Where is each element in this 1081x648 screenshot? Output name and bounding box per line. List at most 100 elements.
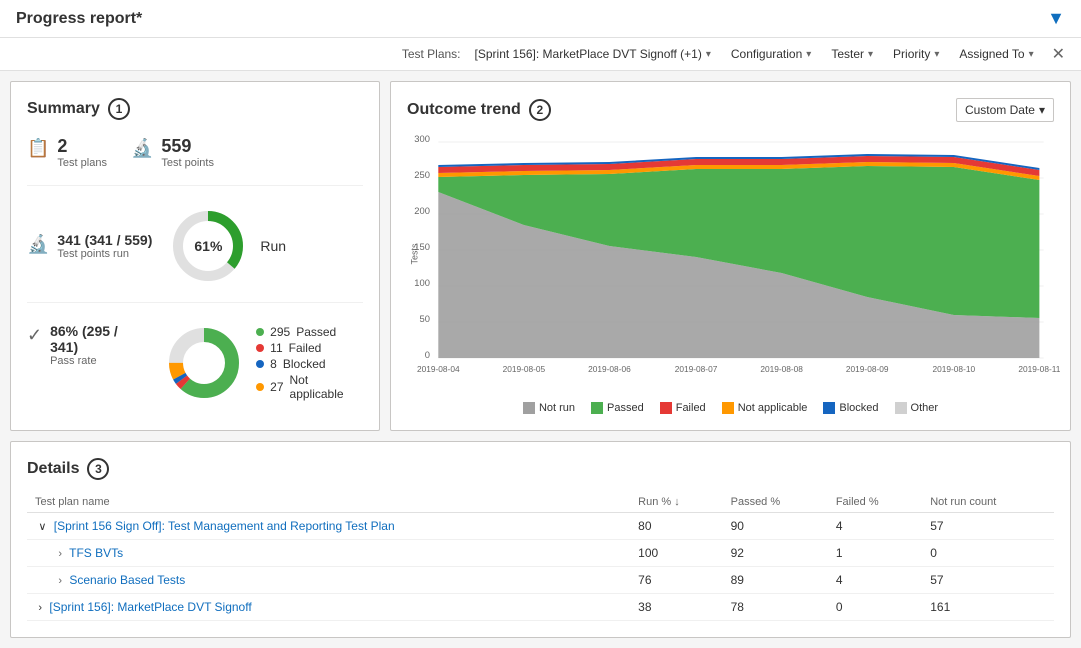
passed-label: Passed: [296, 325, 336, 339]
filter-bar: Test Plans: [Sprint 156]: MarketPlace DV…: [0, 38, 1081, 71]
summary-badge: 1: [108, 98, 130, 120]
test-points-run-label: Test points run: [57, 248, 152, 260]
col-failed-percent: Failed %: [828, 492, 922, 513]
col-test-plan-name: Test plan name: [27, 492, 630, 513]
failed-count: 11: [270, 341, 282, 355]
page-header: Progress report* ▼: [0, 0, 1081, 38]
cell-failed: 1: [828, 540, 922, 567]
row-plan-name[interactable]: [Sprint 156 Sign Off]: Test Management a…: [54, 519, 395, 533]
not-applicable-label: Not applicable: [290, 373, 363, 401]
close-filters-button[interactable]: ✕: [1052, 44, 1065, 64]
svg-text:2019-08-05: 2019-08-05: [503, 365, 546, 374]
svg-text:2019-08-08: 2019-08-08: [760, 365, 803, 374]
chevron-down-icon: ▾: [706, 49, 711, 60]
passed-swatch: [591, 402, 603, 414]
document-icon: 📋: [27, 138, 49, 159]
run-donut: 61%: [168, 206, 248, 286]
failed-chart-legend: Failed: [660, 402, 706, 414]
checkmark-icon: ✓: [27, 325, 42, 346]
blocked-chart-legend: Blocked: [823, 402, 878, 414]
passed-chart-legend: Passed: [591, 402, 644, 414]
stats-row: 📋 2 Test plans 🔬 559 Test points: [27, 136, 363, 186]
filter-icon[interactable]: ▼: [1047, 8, 1065, 29]
not-applicable-swatch: [722, 402, 734, 414]
tester-filter[interactable]: Tester ▾: [825, 45, 879, 63]
cell-run: 38: [630, 594, 722, 621]
expand-icon[interactable]: ›: [58, 548, 62, 560]
svg-text:2019-08-04: 2019-08-04: [417, 365, 460, 374]
expand-icon[interactable]: ∨: [38, 521, 46, 533]
failed-label: Failed: [289, 341, 322, 355]
pass-rate-donut: [164, 323, 244, 403]
not-applicable-chart-legend: Not applicable: [722, 402, 808, 414]
cell-not-run: 57: [922, 513, 1054, 540]
col-run-percent[interactable]: Run % ↓: [630, 492, 722, 513]
test-points-run-stat: 🔬 341 (341 / 559) Test points run: [27, 232, 152, 260]
other-chart-legend: Other: [895, 402, 939, 414]
not-applicable-legend-item: 27 Not applicable: [256, 373, 363, 401]
expand-icon[interactable]: ›: [58, 575, 62, 587]
test-points-label: Test points: [161, 157, 214, 169]
cell-failed: 4: [828, 513, 922, 540]
cell-passed: 78: [723, 594, 828, 621]
blocked-swatch: [823, 402, 835, 414]
svg-text:100: 100: [414, 278, 430, 288]
table-row: › [Sprint 156]: MarketPlace DVT Signoff …: [27, 594, 1054, 621]
test-points-count: 559: [161, 136, 214, 157]
outcome-badge: 2: [529, 99, 551, 121]
cell-not-run: 0: [922, 540, 1054, 567]
failed-legend-item: 11 Failed: [256, 341, 363, 355]
details-header: Details 3: [27, 458, 1054, 480]
priority-filter[interactable]: Priority ▾: [887, 45, 945, 63]
cell-name: › Scenario Based Tests: [27, 567, 630, 594]
test-points-run-count: 341 (341 / 559): [57, 232, 152, 248]
flask-icon2: 🔬: [27, 234, 49, 255]
custom-date-button[interactable]: Custom Date ▾: [956, 98, 1054, 122]
cell-name: › [Sprint 156]: MarketPlace DVT Signoff: [27, 594, 630, 621]
table-header-row: Test plan name Run % ↓ Passed % Failed %…: [27, 492, 1054, 513]
summary-title: Summary: [27, 100, 100, 118]
configuration-filter[interactable]: Configuration ▾: [725, 45, 817, 63]
details-panel: Details 3 Test plan name Run % ↓ Passed …: [10, 441, 1071, 638]
page-title: Progress report*: [16, 10, 142, 28]
blocked-dot: [256, 360, 264, 368]
cell-name: ∨ [Sprint 156 Sign Off]: Test Management…: [27, 513, 630, 540]
svg-text:300: 300: [414, 134, 430, 144]
row-plan-name[interactable]: TFS BVTs: [69, 546, 123, 560]
summary-header: Summary 1: [27, 98, 363, 120]
passed-legend-item: 295 Passed: [256, 325, 363, 339]
passed-count: 295: [270, 325, 290, 339]
row-plan-name[interactable]: [Sprint 156]: MarketPlace DVT Signoff: [49, 600, 251, 614]
test-points-stat: 🔬 559 Test points: [131, 136, 214, 169]
not-run-swatch: [523, 402, 535, 414]
svg-text:2019-08-11: 2019-08-11: [1018, 365, 1060, 374]
blocked-label: Blocked: [283, 357, 326, 371]
run-row: 🔬 341 (341 / 559) Test points run: [27, 206, 363, 303]
blocked-legend-item: 8 Blocked: [256, 357, 363, 371]
chevron-down-icon: ▾: [1029, 49, 1034, 60]
chart-legend: Not run Passed Failed Not applicable Blo…: [407, 402, 1054, 414]
failed-swatch: [660, 402, 672, 414]
row-plan-name[interactable]: Scenario Based Tests: [69, 573, 185, 587]
test-plans-filter[interactable]: [Sprint 156]: MarketPlace DVT Signoff (+…: [469, 45, 717, 63]
other-swatch: [895, 402, 907, 414]
passed-dot: [256, 328, 264, 336]
assigned-to-filter[interactable]: Assigned To ▾: [953, 45, 1039, 63]
cell-passed: 90: [723, 513, 828, 540]
summary-panel: Summary 1 📋 2 Test plans 🔬 559 Test poin: [10, 81, 380, 431]
col-not-run-count: Not run count: [922, 492, 1054, 513]
outcome-chart: 300 250 200 150 100 50 0 Tests: [407, 134, 1054, 394]
pass-row: ✓ 86% (295 / 341) Pass rate: [27, 323, 363, 403]
test-plans-stat: 📋 2 Test plans: [27, 136, 107, 169]
flask-icon: 🔬: [131, 138, 153, 159]
svg-text:2019-08-09: 2019-08-09: [846, 365, 889, 374]
not-applicable-dot: [256, 383, 264, 391]
table-row: › TFS BVTs 100 92 1 0: [27, 540, 1054, 567]
not-run-legend: Not run: [523, 402, 575, 414]
cell-run: 80: [630, 513, 722, 540]
svg-text:2019-08-10: 2019-08-10: [933, 365, 976, 374]
outcome-title: Outcome trend: [407, 101, 521, 119]
expand-icon[interactable]: ›: [38, 602, 42, 614]
svg-text:Tests: Tests: [409, 243, 419, 264]
table-row: › Scenario Based Tests 76 89 4 57: [27, 567, 1054, 594]
